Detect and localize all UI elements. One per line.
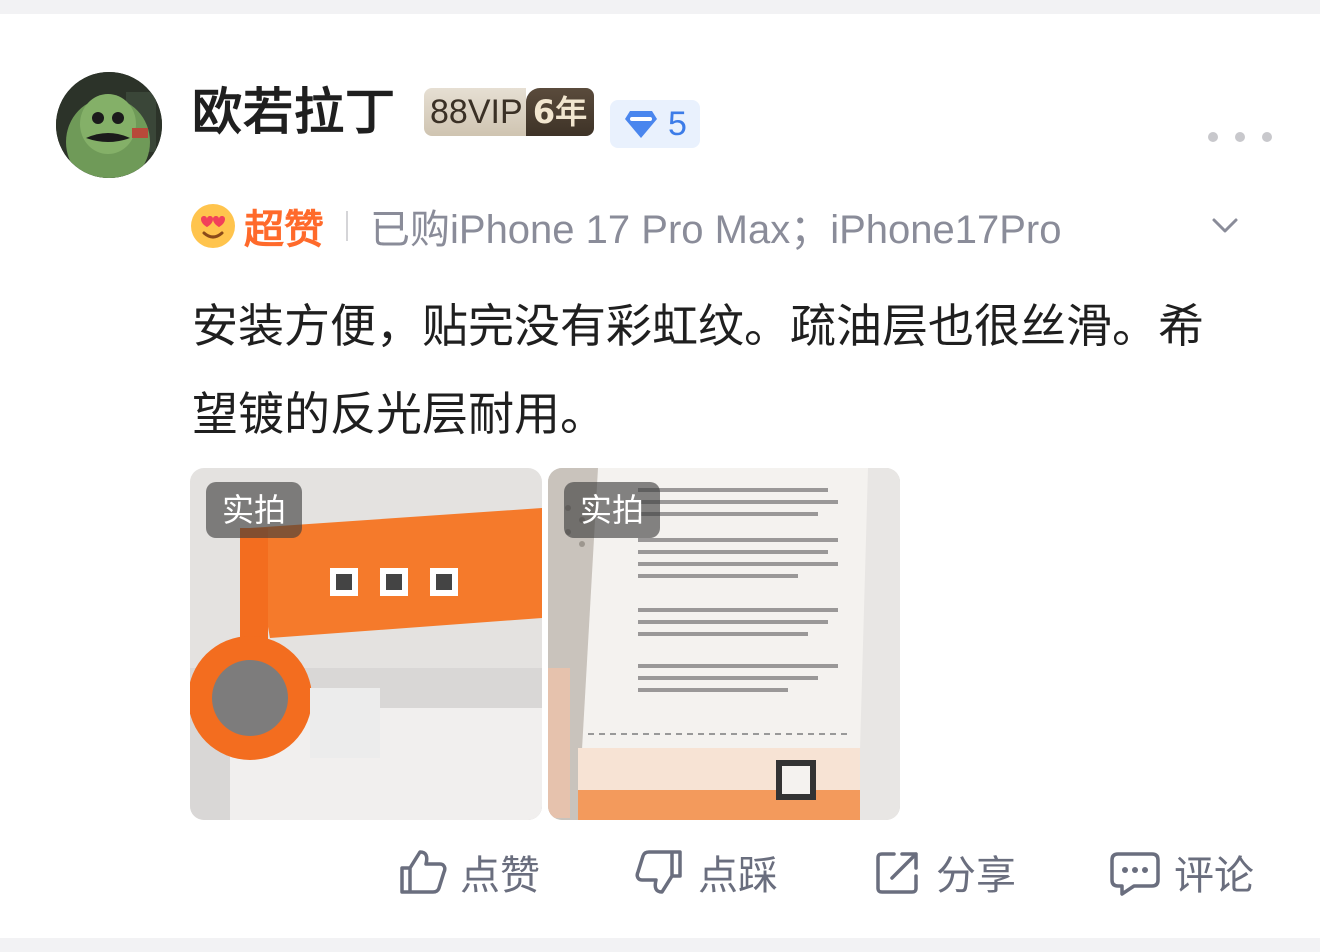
review-card: 欧若拉丁 88VIP 6年 5 超赞 已购iPhone 17 Pro Max；i… bbox=[0, 14, 1320, 938]
vip-years: 6年 bbox=[526, 88, 594, 136]
like-label: 点赞 bbox=[460, 853, 540, 899]
rating-row: 超赞 已购iPhone 17 Pro Max；iPhone17Pro bbox=[190, 198, 1270, 254]
vip-label: 88VIP bbox=[424, 88, 526, 136]
heart-eyes-emoji-icon bbox=[191, 204, 235, 248]
review-photo-2[interactable]: 实拍 bbox=[548, 468, 900, 820]
username[interactable]: 欧若拉丁 bbox=[192, 80, 396, 144]
review-photo-1[interactable]: 实拍 bbox=[190, 468, 542, 820]
share-button[interactable]: 分享 bbox=[872, 840, 1016, 904]
avatar[interactable] bbox=[56, 72, 162, 178]
like-button[interactable]: 点赞 bbox=[396, 840, 540, 904]
more-icon[interactable] bbox=[1208, 124, 1272, 150]
thumbs-down-icon bbox=[635, 850, 682, 894]
vip-badge: 88VIP 6年 bbox=[424, 88, 594, 136]
comment-button[interactable]: 评论 bbox=[1108, 840, 1254, 904]
dislike-label: 点踩 bbox=[698, 853, 778, 899]
photo-tag: 实拍 bbox=[206, 482, 303, 538]
purchased-variant: 已购iPhone 17 Pro Max；iPhone17Pro bbox=[370, 208, 1062, 252]
divider bbox=[346, 211, 348, 241]
photo-tag: 实拍 bbox=[564, 482, 661, 538]
review-text: 安装方便，贴完没有彩虹纹。疏油层也很丝滑。希望镀的反光层耐用。 bbox=[192, 299, 1204, 441]
comment-label: 评论 bbox=[1174, 853, 1254, 899]
dislike-button[interactable]: 点踩 bbox=[634, 840, 778, 904]
rating-label: 超赞 bbox=[244, 207, 324, 253]
level-number: 5 bbox=[668, 104, 687, 143]
chevron-down-icon[interactable] bbox=[1210, 210, 1240, 240]
comment-icon bbox=[1110, 852, 1160, 896]
share-label: 分享 bbox=[936, 853, 1016, 899]
thumbs-up-icon bbox=[400, 850, 447, 894]
level-badge: 5 bbox=[610, 100, 700, 148]
share-icon bbox=[876, 852, 918, 894]
diamond-icon bbox=[625, 111, 657, 138]
